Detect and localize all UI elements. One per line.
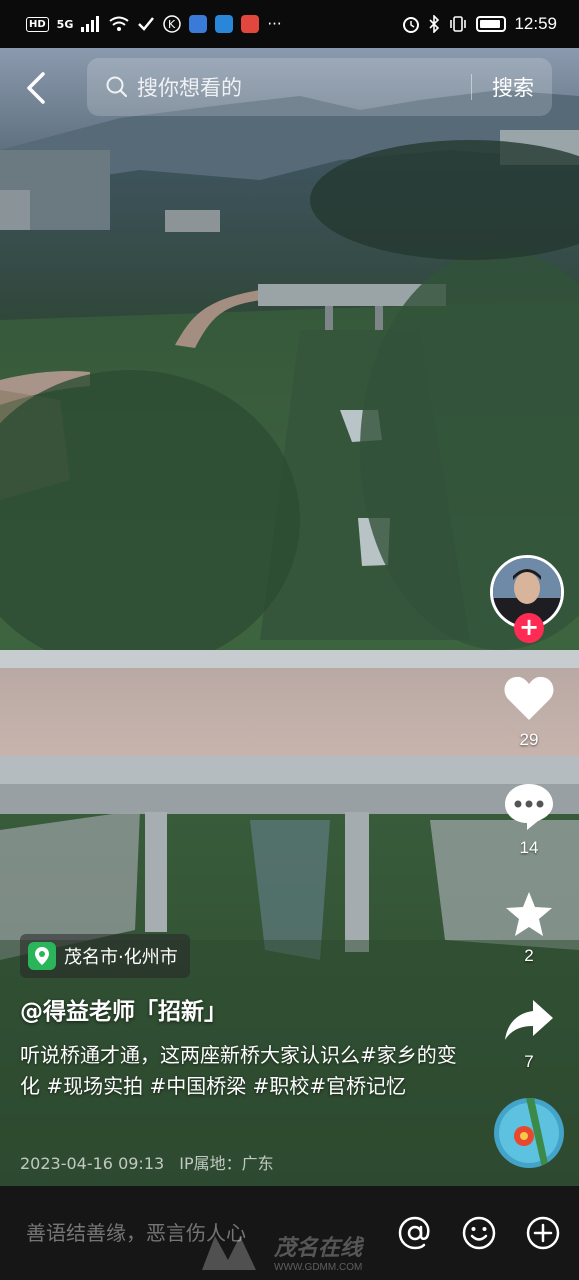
ip-location: IP属地：广东 [179,1154,274,1173]
bluetooth-icon [429,15,440,33]
music-disc[interactable] [494,1098,564,1168]
post-description: 听说桥通才通，这两座新桥大家认识么#家乡的变化 #现场实拍 #中国桥梁 #职校#… [20,1043,457,1098]
wifi-icon [109,16,129,31]
star-icon[interactable] [489,886,569,942]
share-count: 7 [524,1052,534,1071]
favorite-count: 2 [524,946,534,965]
search-button[interactable]: 搜索 [492,72,534,102]
alarm-icon [403,17,420,33]
location-tag[interactable]: 茂名市·化州市 [20,934,190,978]
comment-tools [393,1211,565,1255]
mention-button[interactable] [393,1211,437,1255]
share-icon[interactable] [489,992,569,1048]
favorite-action[interactable]: 2 [489,886,569,966]
comment-bar [0,1186,579,1280]
clock: 12:59 [514,14,557,33]
author-name[interactable]: @得益老师「招新」 [20,992,227,1026]
status-right: 12:59 [402,14,557,34]
post-meta: 2023-04-16 09:13 IP属地：广东 [20,1150,274,1174]
k-app-icon: K [163,15,182,33]
heart-icon[interactable] [489,670,569,726]
status-bar: HD 5G K ··· 12:59 [0,0,579,48]
location-label: 茂名市·化州市 [64,947,178,968]
post-date: 2023-04-16 09:13 [20,1154,165,1173]
add-button[interactable] [521,1211,565,1255]
svg-text:K: K [168,18,176,31]
vibrate-icon [450,16,467,32]
emoji-button[interactable] [457,1211,501,1255]
author-avatar-group[interactable]: + [490,555,568,645]
comment-icon[interactable] [489,778,569,834]
search-input[interactable]: 搜你想看的 [137,72,471,102]
signal-icon [81,16,100,32]
comment-count: 14 [519,838,539,857]
location-pin-icon [28,942,56,970]
at-icon [398,1216,430,1250]
plus-circle-icon [526,1216,560,1250]
signal-label: 5G [56,17,74,31]
maps-app-icon [215,15,234,33]
back-button[interactable] [26,68,56,108]
chevron-left-icon [27,72,45,104]
search-bar[interactable]: 搜你想看的 搜索 [87,58,552,116]
check-app-icon [138,17,155,31]
smiley-icon [462,1216,496,1250]
battery-icon [476,16,507,32]
like-action[interactable]: 29 [489,670,569,750]
music-app-icon [189,15,208,33]
search-divider [471,74,472,100]
comment-action[interactable]: 14 [489,778,569,858]
red-app-icon [241,15,260,33]
follow-button[interactable]: + [514,613,544,643]
more-notifications-icon: ··· [267,15,282,33]
like-count: 29 [519,730,539,749]
comment-input[interactable] [26,1221,393,1245]
share-action[interactable]: 7 [489,992,569,1072]
hd-badge: HD [26,16,49,32]
status-left: HD 5G K ··· [26,15,282,33]
search-icon [106,76,128,98]
